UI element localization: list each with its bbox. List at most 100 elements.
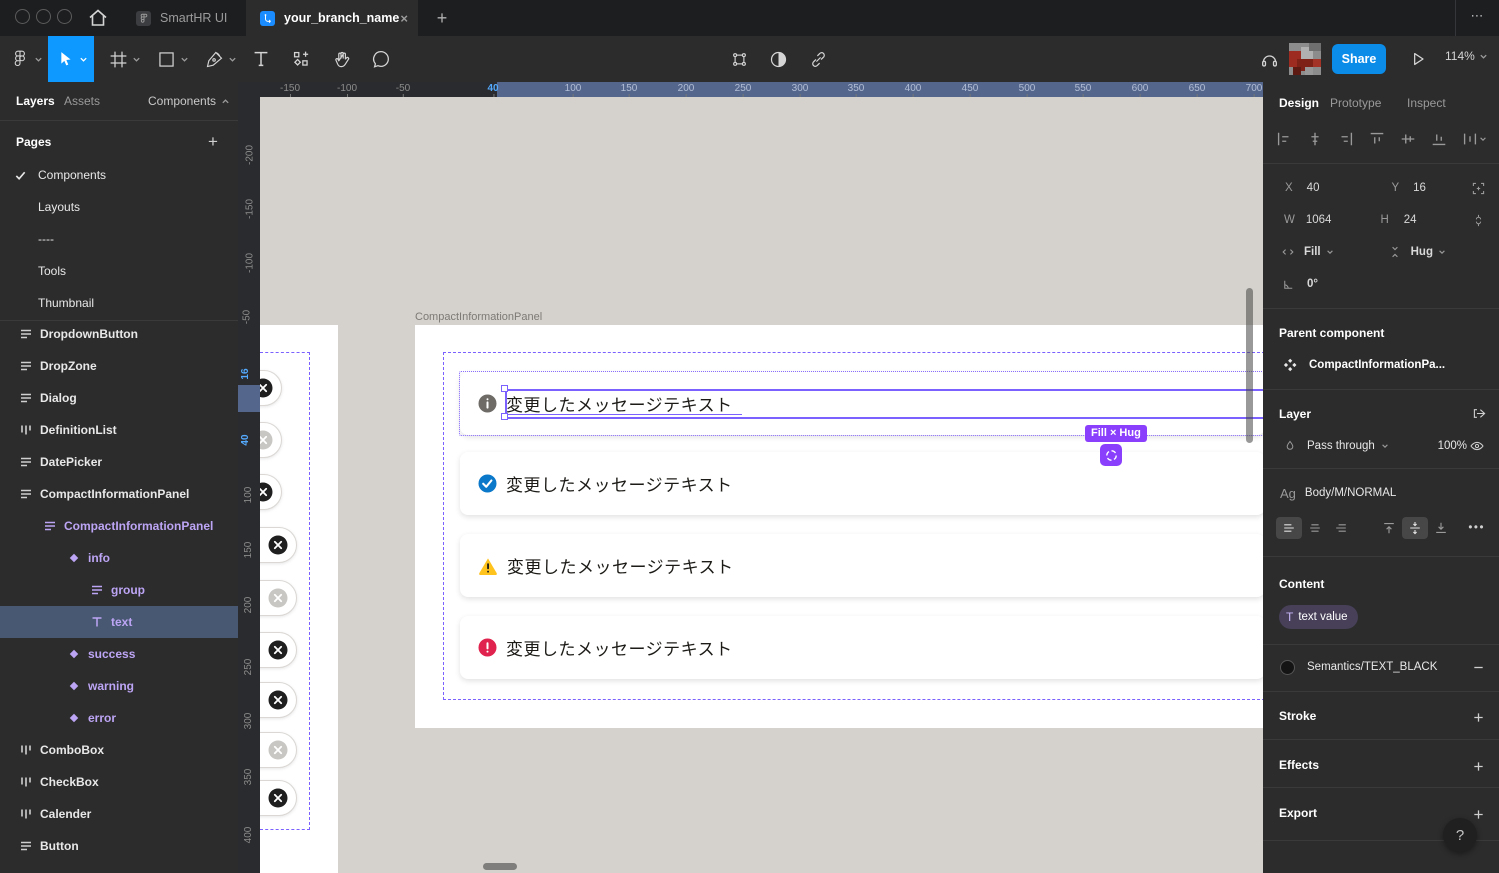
visibility-eye-icon[interactable] [1469,438,1485,454]
text-valign-bottom-icon[interactable] [1428,517,1454,539]
layer-row-text[interactable]: text [0,606,238,638]
text-align-left-icon[interactable] [1276,517,1302,539]
frame-alignment-icon[interactable] [1470,180,1487,197]
fill-row[interactable]: Semantics/TEXT_BLACK [1263,656,1499,678]
link-button[interactable] [805,36,831,82]
add-effect-icon[interactable] [1467,755,1489,777]
horizontal-resizing-dropdown[interactable]: Fill [1304,246,1334,258]
tab-close-icon[interactable]: × [400,11,408,26]
tab-inspect[interactable]: Inspect [1407,96,1446,110]
content-property-pill[interactable]: T text value [1279,605,1358,629]
layer-row-group[interactable]: group [0,574,238,606]
window-zoom-button[interactable] [57,9,72,24]
add-page-button[interactable]: + [202,131,224,153]
align-bottom-icon[interactable] [1430,130,1448,148]
titlebar-overflow-menu[interactable]: ⋯ [1466,8,1490,28]
share-button[interactable]: Share [1332,44,1386,74]
y-input[interactable]: 16 [1413,182,1426,194]
audio-headphones-icon[interactable] [1256,36,1282,82]
layer-row-dropdownbutton[interactable]: DropdownButton [0,321,238,350]
layer-row-combobox[interactable]: ComboBox [0,734,238,766]
text-align-center-icon[interactable] [1302,517,1328,539]
height-input[interactable]: 24 [1404,214,1417,226]
tab-design[interactable]: Design [1279,96,1319,110]
align-horizontal-center-icon[interactable] [1306,130,1324,148]
user-avatar[interactable] [1288,36,1322,82]
canvas[interactable]: CompactInformationPanel 変更したメッセージテキスト変更し… [238,82,1263,873]
remove-fill-icon[interactable] [1467,656,1489,678]
blend-mode-dropdown[interactable]: Pass through [1307,440,1389,452]
layer-row-compactinformationpanel[interactable]: CompactInformationPanel [0,510,238,542]
tab-your-branch-name[interactable]: your_branch_name × [246,0,418,36]
vertical-resizing-dropdown[interactable]: Hug [1411,246,1446,258]
layer-row-button[interactable]: Button [0,830,238,862]
compact-information-panel-warning[interactable]: 変更したメッセージテキスト [460,534,1263,597]
text-options-dots-icon[interactable]: ••• [1468,522,1485,534]
layer-row-warning[interactable]: warning [0,670,238,702]
layer-row-checkbox[interactable]: CheckBox [0,766,238,798]
home-icon[interactable] [86,6,110,30]
present-button[interactable] [1404,36,1432,82]
frame-title-label[interactable]: CompactInformationPanel [415,311,542,323]
new-tab-button[interactable]: + [430,6,454,30]
help-button[interactable]: ? [1443,818,1477,852]
align-right-icon[interactable] [1337,130,1355,148]
main-menu-button[interactable] [6,36,46,82]
layer-row-dialog[interactable]: Dialog [0,382,238,414]
text-valign-middle-icon[interactable] [1402,517,1428,539]
zoom-level-dropdown[interactable]: 114% [1445,49,1488,63]
width-input[interactable]: 1064 [1306,214,1332,226]
align-top-icon[interactable] [1368,130,1386,148]
opacity-input[interactable]: 100% [1438,440,1467,452]
edit-object-button[interactable] [726,36,752,82]
layer-row-definitionlist[interactable]: DefinitionList [0,414,238,446]
layer-row-calender[interactable]: Calender [0,798,238,830]
fill-color-swatch[interactable] [1280,660,1295,675]
text-style-row[interactable]: Ag Body/M/NORMAL [1263,482,1499,504]
align-vertical-center-icon[interactable] [1399,130,1417,148]
canvas-vertical-scrollbar[interactable] [1246,288,1253,443]
constrain-proportions-icon[interactable] [1471,213,1486,228]
auto-layout-icon[interactable] [1100,444,1122,466]
layer-row-compactinformationpanel[interactable]: CompactInformationPanel [0,478,238,510]
x-input[interactable]: 40 [1307,182,1320,194]
align-left-icon[interactable] [1275,130,1293,148]
blend-droplet-icon[interactable] [1283,439,1297,453]
text-valign-top-icon[interactable] [1376,517,1402,539]
move-tool-button[interactable] [48,36,94,82]
page-item-----[interactable]: ---- [0,223,238,255]
tab-assets[interactable]: Assets [64,94,100,108]
comment-tool-button[interactable] [367,36,395,82]
window-minimize-button[interactable] [36,9,51,24]
parent-component-row[interactable]: CompactInformationPa... [1263,354,1499,376]
rotation-input[interactable]: 0° [1307,278,1318,290]
tab-prototype[interactable]: Prototype [1330,96,1381,110]
layer-row-dropzone[interactable]: DropZone [0,350,238,382]
shape-tool-button[interactable] [150,36,194,82]
compact-information-panel-success[interactable]: 変更したメッセージテキスト [460,452,1263,515]
selection-handle[interactable] [501,413,508,420]
compact-information-panel-error[interactable]: 変更したメッセージテキスト [460,616,1263,679]
page-item-components[interactable]: Components [0,159,238,191]
library-dropdown[interactable]: Components [148,94,230,108]
tab-layers[interactable]: Layers [16,94,55,108]
page-item-thumbnail[interactable]: Thumbnail [0,287,238,319]
layer-row-success[interactable]: success [0,638,238,670]
distribute-menu-icon[interactable] [1461,130,1487,148]
layer-row-info[interactable]: info [0,542,238,574]
mask-button[interactable] [765,36,791,82]
window-close-button[interactable] [15,9,30,24]
page-item-layouts[interactable]: Layouts [0,191,238,223]
add-stroke-icon[interactable] [1467,706,1489,728]
layer-row-error[interactable]: error [0,702,238,734]
layer-row-datepicker[interactable]: DatePicker [0,446,238,478]
frame-tool-button[interactable] [102,36,146,82]
text-align-right-icon[interactable] [1328,517,1354,539]
layer-jump-icon[interactable] [1471,405,1488,422]
text-tool-button[interactable] [248,36,274,82]
canvas-horizontal-scrollbar[interactable] [483,863,517,870]
tab-smarthr-ui[interactable]: SmartHR UI [122,0,246,36]
hand-tool-button[interactable] [328,36,356,82]
selection-handle[interactable] [501,385,508,392]
pen-tool-button[interactable] [198,36,242,82]
